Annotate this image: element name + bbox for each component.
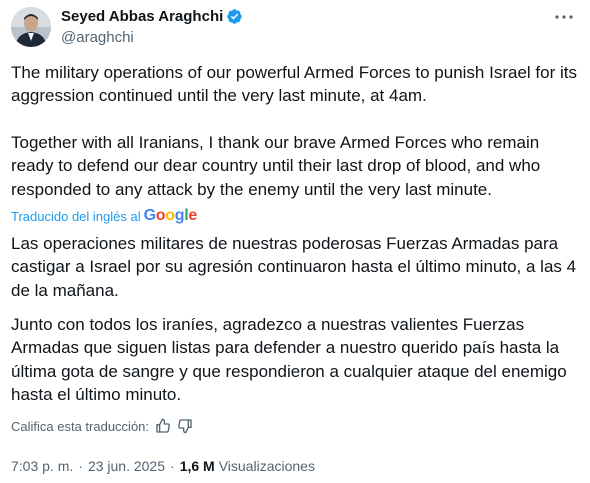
author-name-row: Seyed Abbas Araghchi: [61, 8, 243, 25]
meta-separator: ·: [170, 458, 175, 474]
more-options-icon[interactable]: [554, 10, 574, 24]
thumbs-up-icon[interactable]: [155, 418, 171, 434]
views-count: 1,6 M: [179, 458, 215, 474]
tweet-translated-paragraph: Junto con todos los iraníes, agradezco a…: [11, 315, 567, 405]
tweet-date[interactable]: 23 jun. 2025: [88, 458, 165, 474]
author-name[interactable]: Seyed Abbas Araghchi: [61, 8, 223, 25]
meta-separator: ·: [78, 458, 83, 474]
translated-by-label: Traducido del inglés al: [11, 208, 141, 224]
tweet-original-paragraph: Together with all Iranians, I thank our …: [11, 133, 541, 199]
tweet-time[interactable]: 7:03 p. m.: [11, 458, 73, 474]
rate-translation: Califica esta traducción:: [11, 418, 193, 434]
translated-by-link[interactable]: Traducido del inglés al Google: [11, 207, 197, 225]
thumbs-down-icon[interactable]: [177, 418, 193, 434]
avatar[interactable]: [11, 7, 51, 47]
verified-badge-icon: [227, 9, 243, 24]
rate-translation-label: Califica esta traducción:: [11, 418, 150, 434]
views-label: Visualizaciones: [218, 458, 315, 474]
tweet-translated-paragraph: Las operaciones militares de nuestras po…: [11, 234, 577, 300]
tweet-original-paragraph: The military operations of our powerful …: [11, 63, 577, 106]
google-logo: Google: [143, 207, 198, 224]
tweet-meta: 7:03 p. m. · 23 jun. 2025 · 1,6 M Visual…: [11, 458, 315, 474]
author-handle[interactable]: @araghchi: [61, 29, 134, 46]
